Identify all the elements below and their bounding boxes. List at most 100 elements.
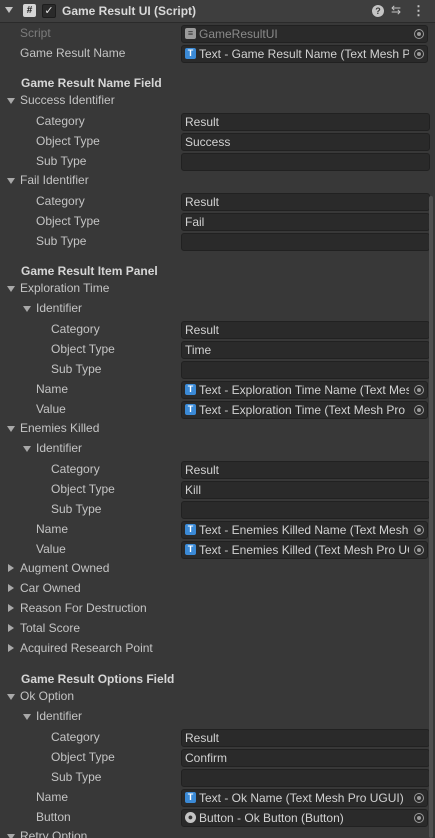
foldout-arrow-icon[interactable]	[8, 644, 14, 652]
ok-sub-type-row: Sub Type	[0, 768, 435, 788]
ok-object-type-row: Object Type Confirm	[0, 748, 435, 768]
enemies-name-field[interactable]: T Text - Enemies Killed Name (Text Mesh …	[181, 521, 428, 539]
success-identifier-foldout[interactable]: Success Identifier	[0, 91, 435, 111]
foldout-arrow-icon[interactable]	[7, 834, 15, 838]
help-icon[interactable]: ?	[372, 5, 384, 17]
exploration-value-value: Text - Exploration Time (Text Mesh Pro U…	[199, 403, 409, 417]
game-result-name-field[interactable]: T Text - Game Result Name (Text Mesh Pro…	[181, 45, 428, 63]
sub-type-label: Sub Type	[51, 362, 102, 376]
component-title: Game Result UI (Script)	[62, 4, 197, 18]
script-field: ≡ GameResultUI	[181, 25, 428, 43]
foldout-arrow-icon[interactable]	[7, 694, 15, 700]
enemies-name-row: Name T Text - Enemies Killed Name (Text …	[0, 520, 435, 540]
foldout-arrow-icon[interactable]	[5, 7, 13, 13]
success-sub-type-input[interactable]	[181, 153, 430, 171]
sub-type-label: Sub Type	[36, 154, 87, 168]
foldout-arrow-icon[interactable]	[7, 426, 15, 432]
enemies-killed-foldout[interactable]: Enemies Killed	[0, 419, 435, 439]
ok-option-foldout[interactable]: Ok Option	[0, 687, 435, 707]
augment-owned-foldout[interactable]: Augment Owned	[0, 559, 435, 579]
exploration-identifier-foldout[interactable]: Identifier	[0, 299, 435, 319]
retry-option-foldout[interactable]: Retry Option	[0, 827, 435, 838]
foldout-arrow-icon[interactable]	[23, 446, 31, 452]
enemies-object-type-input[interactable]: Kill	[181, 481, 430, 499]
enemies-category-input[interactable]: Result	[181, 461, 430, 479]
object-picker-icon[interactable]	[412, 383, 426, 397]
enemies-identifier-foldout[interactable]: Identifier	[0, 439, 435, 459]
car-owned-foldout[interactable]: Car Owned	[0, 579, 435, 599]
reason-for-destruction-label: Reason For Destruction	[20, 601, 147, 615]
category-label: Category	[51, 322, 100, 336]
foldout-arrow-icon[interactable]	[8, 584, 14, 592]
enemies-category-row: Category Result	[0, 460, 435, 480]
augment-owned-label: Augment Owned	[20, 561, 110, 575]
enemies-sub-type-input[interactable]	[181, 501, 430, 519]
foldout-arrow-icon[interactable]	[8, 564, 14, 572]
ok-object-type-input[interactable]: Confirm	[181, 749, 430, 767]
preset-icon[interactable]: ⇆	[391, 3, 401, 17]
foldout-arrow-icon[interactable]	[7, 98, 15, 104]
game-result-name-label: Game Result Name	[20, 46, 126, 60]
fail-identifier-foldout[interactable]: Fail Identifier	[0, 171, 435, 191]
ok-name-field[interactable]: T Text - Ok Name (Text Mesh Pro UGUI)	[181, 789, 428, 807]
exploration-object-type-input[interactable]: Time	[181, 341, 430, 359]
ok-sub-type-input[interactable]	[181, 769, 430, 787]
success-category-input[interactable]: Result	[181, 113, 430, 131]
script-icon: #	[23, 4, 36, 17]
game-result-name-value: Text - Game Result Name (Text Mesh Pro U…	[199, 47, 409, 61]
context-menu-icon[interactable]: ⋮	[412, 3, 425, 19]
success-object-type-input[interactable]: Success	[181, 133, 430, 151]
exploration-category-input[interactable]: Result	[181, 321, 430, 339]
foldout-arrow-icon[interactable]	[8, 604, 14, 612]
fail-sub-type-row: Sub Type	[0, 232, 435, 252]
ok-identifier-foldout[interactable]: Identifier	[0, 707, 435, 727]
acquired-research-point-foldout[interactable]: Acquired Research Point	[0, 639, 435, 659]
object-picker-icon[interactable]	[412, 523, 426, 537]
enemies-object-type-row: Object Type Kill	[0, 480, 435, 500]
game-result-name-row: Game Result Name T Text - Game Result Na…	[0, 44, 435, 64]
enemies-value-field[interactable]: T Text - Enemies Killed (Text Mesh Pro U…	[181, 541, 428, 559]
fail-category-input[interactable]: Result	[181, 193, 430, 211]
foldout-arrow-icon[interactable]	[7, 178, 15, 184]
object-picker-icon[interactable]	[412, 47, 426, 61]
fail-sub-type-input[interactable]	[181, 233, 430, 251]
category-label: Category	[51, 730, 100, 744]
reason-for-destruction-foldout[interactable]: Reason For Destruction	[0, 599, 435, 619]
object-picker-icon[interactable]	[412, 403, 426, 417]
object-type-label: Object Type	[36, 214, 100, 228]
exploration-value-field[interactable]: T Text - Exploration Time (Text Mesh Pro…	[181, 401, 428, 419]
ok-category-row: Category Result	[0, 728, 435, 748]
object-picker-icon[interactable]	[412, 811, 426, 825]
success-identifier-label: Success Identifier	[20, 93, 115, 107]
success-object-type-row: Object Type Success	[0, 132, 435, 152]
total-score-foldout[interactable]: Total Score	[0, 619, 435, 639]
ok-category-input[interactable]: Result	[181, 729, 430, 747]
exploration-name-field[interactable]: T Text - Exploration Time Name (Text Mes…	[181, 381, 428, 399]
fail-category-row: Category Result	[0, 192, 435, 212]
retry-option-label: Retry Option	[20, 829, 88, 838]
foldout-arrow-icon[interactable]	[23, 306, 31, 312]
category-label: Category	[36, 194, 85, 208]
sub-type-label: Sub Type	[36, 234, 87, 248]
exploration-sub-type-input[interactable]	[181, 361, 430, 379]
ok-button-field[interactable]: ● Button - Ok Button (Button)	[181, 809, 428, 827]
category-label: Category	[36, 114, 85, 128]
foldout-arrow-icon[interactable]	[8, 624, 14, 632]
car-owned-label: Car Owned	[20, 581, 81, 595]
object-type-label: Object Type	[51, 750, 115, 764]
exploration-object-type-row: Object Type Time	[0, 340, 435, 360]
exploration-time-foldout[interactable]: Exploration Time	[0, 279, 435, 299]
object-picker-icon[interactable]	[412, 543, 426, 557]
foldout-arrow-icon[interactable]	[7, 286, 15, 292]
fail-object-type-input[interactable]: Fail	[181, 213, 430, 231]
value-label: Value	[36, 402, 66, 416]
vertical-scrollbar[interactable]	[429, 196, 433, 838]
text-mesh-pro-icon: T	[185, 48, 196, 59]
foldout-arrow-icon[interactable]	[23, 714, 31, 720]
ok-button-value: Button - Ok Button (Button)	[199, 811, 344, 825]
object-picker-icon[interactable]	[412, 791, 426, 805]
enemies-value-value: Text - Enemies Killed (Text Mesh Pro UGU…	[199, 543, 409, 557]
success-category-row: Category Result	[0, 112, 435, 132]
enabled-checkbox[interactable]: ✓	[42, 4, 56, 18]
enemies-name-value: Text - Enemies Killed Name (Text Mesh Pr…	[199, 523, 409, 537]
